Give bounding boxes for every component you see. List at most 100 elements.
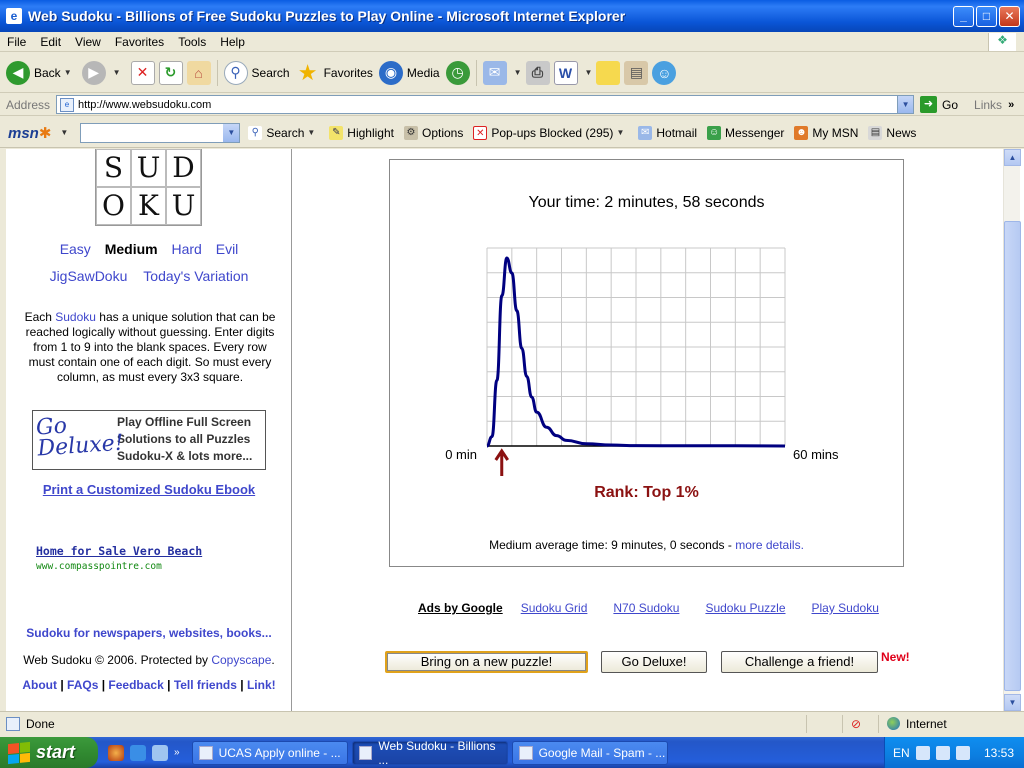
ad-title-link[interactable]: Home for Sale Vero Beach (36, 544, 202, 558)
back-dropdown-icon[interactable]: ▼ (64, 68, 72, 77)
security-zone[interactable]: Internet (878, 714, 1024, 733)
more-details-link[interactable]: more details. (735, 538, 804, 552)
msn-search-options-icon[interactable]: ▼ (307, 128, 315, 137)
tray-network-icon[interactable] (915, 745, 930, 760)
stop-icon[interactable]: ✕ (130, 60, 155, 85)
menu-favorites[interactable]: Favorites (108, 35, 171, 49)
tray-volume-icon[interactable] (935, 745, 950, 760)
forward-button[interactable]: ▶ ▼ (81, 60, 125, 85)
ad-url[interactable]: www.compasspointre.com (36, 561, 202, 572)
minimize-button[interactable]: _ (953, 5, 974, 27)
go-deluxe-button[interactable]: Go Deluxe! (601, 651, 707, 673)
sudoku-link[interactable]: Sudoku (55, 310, 96, 324)
page-done-icon (6, 716, 20, 731)
hotmail-button[interactable]: ✉ Hotmail (638, 125, 697, 140)
home-icon[interactable]: ⌂ (186, 60, 211, 85)
level-evil-link[interactable]: Evil (216, 241, 239, 257)
back-button[interactable]: ◀ Back ▼ (6, 60, 76, 85)
menu-edit[interactable]: Edit (33, 35, 68, 49)
page-icon: e (60, 97, 75, 112)
scroll-up-arrow-icon[interactable]: ▲ (1004, 149, 1021, 166)
history-icon[interactable]: ◷ (445, 60, 470, 85)
popups-dropdown-icon[interactable]: ▼ (616, 128, 624, 137)
vertical-scrollbar[interactable]: ▲ ▼ (1003, 149, 1021, 711)
msn-search-dropdown-icon[interactable]: ▼ (223, 123, 240, 142)
messenger-people-icon[interactable]: ☺ (652, 60, 677, 85)
menu-help[interactable]: Help (213, 35, 252, 49)
language-indicator[interactable]: EN (893, 746, 910, 760)
tray-messenger-icon[interactable] (955, 745, 970, 760)
copyscape-link[interactable]: Copyscape (211, 653, 271, 667)
msn-dropdown-icon[interactable]: ▼ (60, 128, 68, 137)
taskbar-item[interactable]: Google Mail - Spam - ... (511, 740, 668, 765)
maximize-button[interactable]: □ (976, 5, 997, 27)
ad-link[interactable]: Sudoku Puzzle (705, 601, 785, 615)
edit-dropdown-icon[interactable]: ▼ (585, 68, 593, 77)
address-label: Address (6, 97, 51, 112)
address-dropdown-icon[interactable]: ▼ (897, 96, 914, 113)
discuss-icon[interactable] (596, 60, 621, 85)
ie-quicklaunch-icon[interactable] (130, 744, 146, 761)
address-input[interactable]: e http://www.websudoku.com ▼ (56, 95, 915, 114)
your-time-arrow (494, 448, 509, 476)
my-msn-button[interactable]: ☻ My MSN (794, 125, 858, 140)
word-edit-icon[interactable]: W (553, 60, 578, 85)
tell-friends-link[interactable]: Tell friends (174, 678, 237, 692)
link-link[interactable]: Link! (247, 678, 276, 692)
mail-dropdown-icon[interactable]: ▼ (514, 68, 522, 77)
faqs-link[interactable]: FAQs (67, 678, 98, 692)
msn-logo[interactable]: msn✱ (8, 124, 51, 142)
print-ebook-link[interactable]: Print a Customized Sudoku Ebook (6, 482, 292, 497)
ad-link[interactable]: Sudoku Grid (521, 601, 588, 615)
highlight-button[interactable]: ✎ Highlight (329, 125, 394, 140)
media-player-icon[interactable] (108, 744, 124, 761)
todays-variation-link[interactable]: Today's Variation (143, 268, 248, 284)
forward-dropdown-icon[interactable]: ▼ (113, 68, 121, 77)
feedback-link[interactable]: Feedback (108, 678, 163, 692)
difficulty-levels: Easy Medium Hard Evil (6, 241, 292, 257)
msn-search-button[interactable]: ⚲ Search ▼ (248, 125, 319, 140)
research-icon[interactable]: ▤ (624, 60, 649, 85)
close-button[interactable]: ✕ (999, 5, 1020, 27)
about-link[interactable]: About (22, 678, 57, 692)
taskbar-item-active[interactable]: Web Sudoku - Billions ... (351, 739, 508, 767)
menu-view[interactable]: View (68, 35, 108, 49)
ad-link[interactable]: N70 Sudoku (613, 601, 679, 615)
taskbar-item[interactable]: UCAS Apply online - ... (191, 740, 348, 765)
go-deluxe-banner[interactable]: Go Deluxe! Play Offline Full Screen Solu… (32, 410, 266, 470)
messenger-button[interactable]: ☺ Messenger (707, 125, 784, 140)
ads-by-google-link[interactable]: Ads by Google (418, 601, 503, 615)
newspapers-link[interactable]: Sudoku for newspapers, websites, books..… (6, 626, 292, 640)
scroll-thumb[interactable] (1004, 221, 1021, 691)
msn-search-input[interactable]: ▼ (80, 122, 241, 143)
favorites-button[interactable]: ★ Favorites (296, 60, 373, 85)
show-desktop-icon[interactable] (152, 744, 168, 761)
scroll-down-arrow-icon[interactable]: ▼ (1004, 694, 1021, 711)
level-hard-link[interactable]: Hard (171, 241, 201, 257)
popup-status-cell[interactable]: ⊘ (842, 714, 878, 733)
jigsawdoku-link[interactable]: JigSawDoku (50, 268, 128, 284)
ad-link[interactable]: Play Sudoku (812, 601, 879, 615)
news-button[interactable]: ▤ News (868, 125, 916, 140)
start-button[interactable]: start (0, 737, 98, 768)
media-button[interactable]: ◉ Media (378, 60, 440, 85)
logo-letter: S (96, 149, 131, 187)
menu-tools[interactable]: Tools (171, 35, 213, 49)
links-chevron-icon[interactable]: » (1008, 99, 1014, 111)
links-label[interactable]: Links (974, 98, 1002, 112)
options-button[interactable]: ⚙ Options (404, 125, 463, 140)
mail-icon[interactable]: ✉ (482, 60, 507, 85)
window-title-bar[interactable]: e Web Sudoku - Billions of Free Sudoku P… (0, 0, 1024, 32)
challenge-friend-button[interactable]: Challenge a friend! (721, 651, 878, 673)
print-icon[interactable]: ⎙ (525, 60, 550, 85)
refresh-icon[interactable]: ↻ (158, 60, 183, 85)
go-button[interactable]: ➜ Go (920, 96, 958, 113)
menu-file[interactable]: File (0, 35, 33, 49)
level-easy-link[interactable]: Easy (60, 241, 91, 257)
search-button[interactable]: ⚲ Search (223, 60, 290, 85)
new-puzzle-button[interactable]: Bring on a new puzzle! (385, 651, 588, 673)
address-url[interactable]: http://www.websudoku.com (78, 99, 211, 111)
sudoku-logo[interactable]: S U D O K U (95, 149, 202, 226)
quicklaunch-chevron-icon[interactable]: » (174, 747, 180, 758)
popups-blocked-button[interactable]: ✕ Pop-ups Blocked (295) ▼ (473, 125, 628, 140)
